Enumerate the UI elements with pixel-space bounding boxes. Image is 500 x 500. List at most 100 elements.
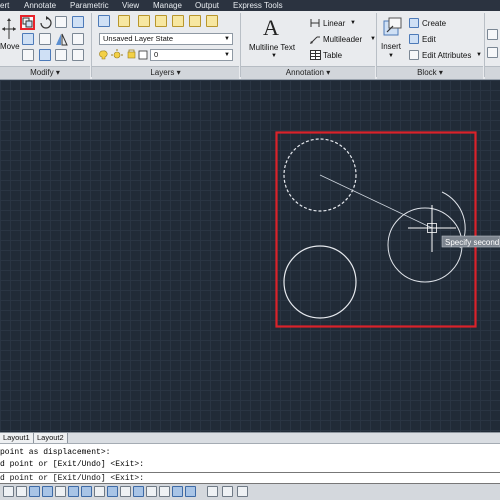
create-label[interactable]: Create [422,19,446,28]
displacement-line [319,174,433,229]
menu-item-view[interactable]: View [122,1,139,10]
linear-label[interactable]: Linear [323,19,345,28]
edit-block-icon[interactable] [409,34,419,44]
infer-constraints-icon[interactable] [16,486,27,497]
object-snap-tracking-icon[interactable] [107,486,118,497]
coordinates-icon[interactable] [3,486,14,497]
chevron-down-icon[interactable]: ▼ [476,52,482,58]
transparency-icon[interactable] [159,486,170,497]
command-history-line: point as displacement>: [0,448,111,457]
snap-mode-icon[interactable] [29,486,40,497]
layer-lock-icon[interactable] [206,15,218,27]
drawing-svg[interactable]: Specify second [0,80,500,432]
move-label[interactable]: Move [0,42,20,51]
command-history: point as displacement>: d point or [Exit… [0,443,500,472]
insert-label[interactable]: Insert [381,42,401,51]
explode-icon[interactable] [72,33,84,45]
chevron-down-icon[interactable]: ▼ [388,53,394,59]
polar-tracking-icon[interactable] [68,486,79,497]
scale-icon[interactable] [22,49,34,61]
layout-tabs: Layout1 Layout2 [0,432,500,443]
model-space-icon[interactable] [207,486,218,497]
layout-icon[interactable] [222,486,233,497]
lineweight-icon[interactable] [146,486,157,497]
3d-object-snap-icon[interactable] [94,486,105,497]
linear-dimension-icon[interactable] [310,18,320,28]
rotate-icon[interactable] [39,16,52,29]
utilities-icon[interactable] [487,47,498,58]
insert-block-icon[interactable] [383,17,403,37]
mirror-icon[interactable] [22,33,34,45]
layer-off-icon[interactable] [189,15,201,27]
menu-item-express-tools[interactable]: Express Tools [233,1,283,10]
ucs-icon[interactable] [120,486,131,497]
array-icon[interactable] [39,49,51,61]
layer-unisolate-icon[interactable] [155,15,167,27]
copy-tool-button[interactable] [20,15,35,30]
tooltip-text: Specify second [445,238,499,247]
menu-item-insert[interactable]: ert [0,1,9,10]
erase-icon[interactable] [72,49,84,61]
layer-dropdown[interactable]: 0 ▼ [150,49,233,61]
annotation-panel-label: Annotation [285,68,324,77]
annotation-scale-icon[interactable] [237,486,248,497]
multileader-label[interactable]: Multileader [323,35,362,44]
chevron-down-icon[interactable]: ▼ [350,20,356,26]
properties-icon[interactable] [487,29,498,40]
mirror-triangle-icon[interactable] [55,33,68,46]
copy-icon [22,17,33,28]
ribbon: Move Modify ▾ Unsaved Layer State ▼ 0 ▼ … [0,11,500,80]
modify-panel-footer[interactable]: Modify ▾ [0,66,90,79]
edit-attributes-icon[interactable] [409,50,419,60]
layer-state-dropdown[interactable]: Unsaved Layer State ▼ [99,33,233,45]
menu-item-output[interactable]: Output [195,1,219,10]
block-panel-label: Block [417,68,437,77]
selection-box [275,131,477,328]
trim-icon[interactable] [55,16,67,28]
grid-display-icon[interactable] [42,486,53,497]
circle[interactable] [283,245,357,319]
tab-layout1[interactable]: Layout1 [0,433,34,443]
layer-value: 0 [154,50,159,59]
stretch-icon[interactable] [39,33,51,45]
menu-item-parametric[interactable]: Parametric [70,1,109,10]
layer-state-value: Unsaved Layer State [103,34,174,43]
layer-freeze-icon[interactable] [172,15,184,27]
utilities-panel-footer[interactable] [485,66,500,79]
layers-panel-footer[interactable]: Layers ▾ [92,66,239,79]
multiline-text-label[interactable]: Multiline Text [249,43,295,52]
chevron-down-icon: ▾ [176,68,181,77]
dynamic-input-icon[interactable] [133,486,144,497]
command-line[interactable]: d point or [Exit/Undo] <Exit>: [0,472,500,484]
object-snap-icon[interactable] [81,486,92,497]
move-icon[interactable] [2,18,16,40]
chevron-down-icon: ▾ [55,68,60,77]
block-panel-footer[interactable]: Block ▾ [377,66,483,79]
edit-attributes-label[interactable]: Edit Attributes [422,51,471,60]
annotation-panel-footer[interactable]: Annotation ▾ [241,66,375,79]
chevron-down-icon[interactable]: ▼ [271,53,277,59]
quick-properties-icon[interactable] [172,486,183,497]
layer-isolate-icon[interactable] [138,15,150,27]
create-block-icon[interactable] [409,18,419,28]
multileader-icon[interactable] [310,34,320,44]
layer-states-icon[interactable] [118,15,130,27]
chevron-down-icon: ▼ [224,36,230,42]
tab-layout2[interactable]: Layout2 [34,433,68,443]
drawing-area[interactable]: Specify second [0,80,500,432]
chevron-down-icon: ▼ [224,52,230,58]
menu-item-manage[interactable]: Manage [153,1,182,10]
table-icon[interactable] [310,50,321,60]
ortho-mode-icon[interactable] [55,486,66,497]
selection-cycling-icon[interactable] [185,486,196,497]
multiline-text-icon[interactable]: A [263,15,279,41]
menu-item-annotate[interactable]: Annotate [24,1,56,10]
layer-properties-icon[interactable] [98,15,110,27]
offset-icon[interactable] [55,49,67,61]
fillet-icon[interactable] [72,16,84,28]
table-label[interactable]: Table [323,51,342,60]
edit-label[interactable]: Edit [422,35,436,44]
chevron-down-icon: ▾ [326,68,331,77]
command-prompt[interactable]: d point or [Exit/Undo] <Exit>: [0,474,144,483]
command-history-line: d point or [Exit/Undo] <Exit>: [0,460,145,469]
